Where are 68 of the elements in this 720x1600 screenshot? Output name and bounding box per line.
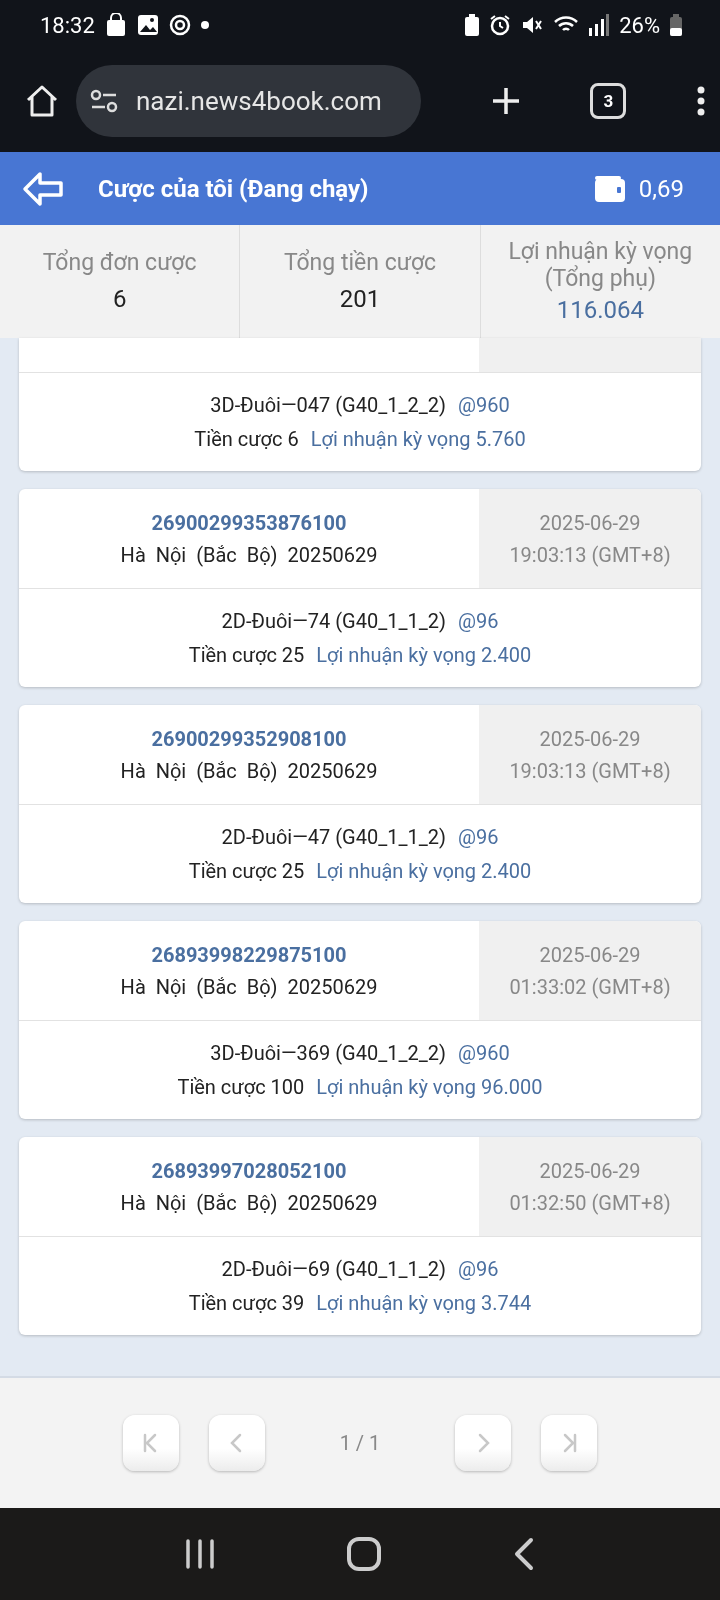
bet-date: 2025-06-29 [539,1158,641,1183]
bet-selection: 2D-Đuôi—74 (G40_1_1_2) [221,609,446,633]
bet-date: 2025-06-29 [539,942,641,967]
site-settings-icon[interactable] [90,89,118,113]
page-indicator: 1 / 1 [338,1431,382,1455]
bet-selection: 3D-Đuôi—047 (G40_1_2_2) [210,393,446,417]
new-tab-icon[interactable] [490,86,521,116]
bet-odds: @96 [457,609,499,633]
expected-profit: Lợi nhuận kỳ vọng 5.760 [310,427,526,451]
dot-icon [200,21,209,29]
bet-odds: @960 [457,393,510,417]
bet-selection: 2D-Đuôi—69 (G40_1_1_2) [221,1257,446,1281]
bet-id: 26900299352908100 [151,726,347,751]
bet-selection: 2D-Đuôi—47 (G40_1_1_2) [221,825,446,849]
back-arrow-icon[interactable] [22,170,64,207]
recent-apps-icon[interactable] [185,1538,216,1570]
summary-label: Tổng tiền cược [283,250,437,277]
tab-count[interactable]: 3 [590,83,627,119]
image-icon [136,14,159,36]
page-title: Cược của tôi (Đang chạy) [98,174,370,203]
home-icon[interactable] [346,1536,382,1572]
bet-stake: Tiền cược 25 [188,643,305,667]
bet-odds: @96 [457,1257,499,1281]
bet-stake: Tiền cược 39 [188,1291,305,1315]
shopping-bag-icon [104,13,127,37]
market-name: Hà Nội (Bắc Bộ) 20250629 [120,974,378,999]
summary-value: 201 [339,284,381,313]
bet-id: 26893998229875100 [151,942,347,967]
bet-date: 2025-06-29 [539,510,641,535]
market-name: Hà Nội (Bắc Bộ) 20250629 [120,1190,378,1215]
status-time: 18:32 [40,12,95,38]
summary-value: 6 [112,284,127,313]
bet-odds: @96 [457,825,499,849]
address-bar[interactable]: nazi.news4book.com [76,65,421,137]
bet-time: 01:33:02 (GMT+8) [509,974,671,999]
url-text: nazi.news4book.com [136,86,382,116]
bet-id: 26900299353876100 [151,510,347,535]
bet-odds: @960 [457,1041,510,1065]
summary-label: Tổng đơn cược [42,250,197,277]
bet-time: 01:32:50 (GMT+8) [509,1190,671,1215]
market-name: Hà Nội (Bắc Bộ) 20250629 [120,758,378,783]
bet-stake: Tiền cược 6 [194,427,299,451]
summary-label: Lợi nhuận kỳ vọng (Tổng phụ) [507,239,694,292]
back-icon[interactable] [512,1537,535,1571]
battery-percent: 26% [619,12,660,38]
wallet-icon [594,175,625,202]
summary-value: 116.064 [556,295,644,324]
menu-icon[interactable] [696,86,706,116]
mute-icon [521,14,544,36]
bet-selection: 3D-Đuôi—369 (G40_1_2_2) [210,1041,446,1065]
home-icon[interactable] [24,83,60,119]
expected-profit: Lợi nhuận kỳ vọng 2.400 [316,643,532,667]
target-icon [168,14,191,36]
battery-saver-icon [465,14,480,36]
bet-time: 19:03:13 (GMT+8) [509,542,671,567]
bet-id: 26893997028052100 [151,1158,347,1183]
bet-stake: Tiền cược 25 [188,859,305,883]
bet-stake: Tiền cược 100 [177,1075,305,1099]
expected-profit: Lợi nhuận kỳ vọng 3.744 [316,1291,532,1315]
signal-icon [589,14,610,36]
bet-date: 2025-06-29 [539,726,641,751]
expected-profit: Lợi nhuận kỳ vọng 2.400 [316,859,532,883]
bet-time: 19:03:13 (GMT+8) [509,758,671,783]
market-name: Hà Nội (Bắc Bộ) 20250629 [120,542,378,567]
expected-profit: Lợi nhuận kỳ vọng 96.000 [316,1075,543,1099]
alarm-icon [489,14,512,36]
battery-icon [670,14,682,36]
balance: 0,69 [638,174,684,203]
